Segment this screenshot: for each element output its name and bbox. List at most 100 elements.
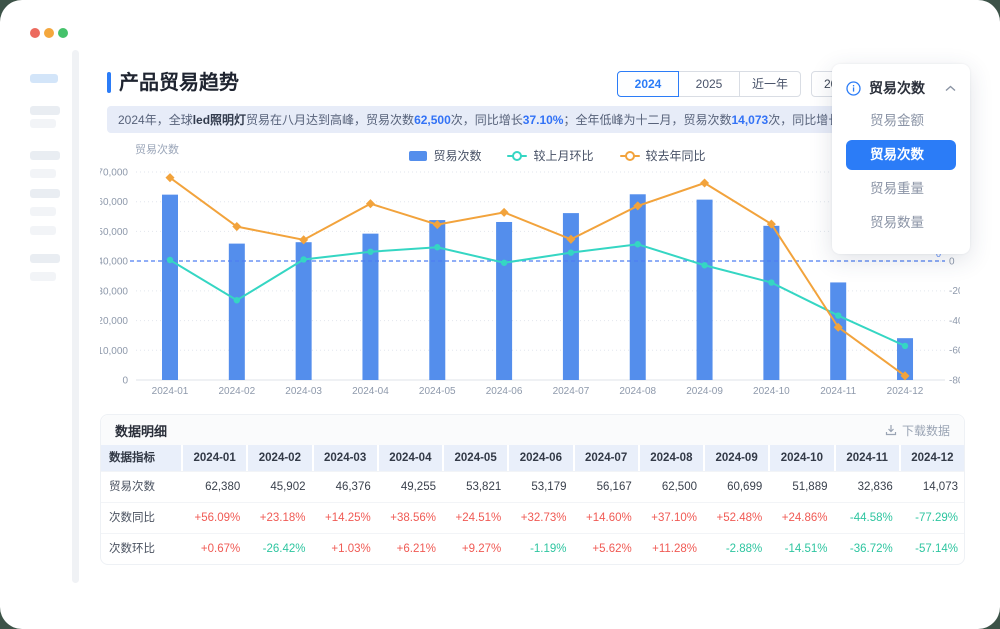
table-cell: -77.29% bbox=[901, 503, 964, 533]
right-axis-tick: 0 bbox=[949, 257, 955, 268]
bar-2024-01[interactable] bbox=[162, 195, 178, 380]
yoy-point-2024-06[interactable] bbox=[500, 208, 509, 217]
left-axis-tick: 70,000 bbox=[100, 168, 128, 179]
table-cell: +1.03% bbox=[314, 534, 377, 564]
mom-point-2024-02[interactable] bbox=[234, 297, 240, 303]
metric-option-贸易次数[interactable]: 贸易次数 bbox=[846, 140, 956, 170]
table-cell: -26.42% bbox=[248, 534, 311, 564]
window-controls bbox=[30, 28, 68, 38]
table-cell: +37.10% bbox=[640, 503, 703, 533]
yoy-point-2024-04[interactable] bbox=[366, 199, 375, 208]
mom-point-2024-11[interactable] bbox=[835, 312, 841, 318]
bar-2024-08[interactable] bbox=[630, 194, 646, 380]
mom-point-2024-03[interactable] bbox=[300, 256, 306, 262]
metric-options-list: 贸易金额贸易次数贸易重量贸易数量 bbox=[846, 106, 956, 238]
metric-option-贸易重量[interactable]: 贸易重量 bbox=[846, 174, 956, 204]
metric-dropdown-panel: 贸易次数 贸易金额贸易次数贸易重量贸易数量 bbox=[832, 64, 970, 254]
column-header: 2024-03 bbox=[314, 445, 377, 471]
mom-point-2024-07[interactable] bbox=[568, 249, 574, 255]
banner-text: ；全年低峰为十二月，贸易次数 bbox=[563, 111, 731, 128]
x-axis-tick: 2024-10 bbox=[753, 386, 790, 397]
bar-2024-10[interactable] bbox=[763, 226, 779, 380]
mom-point-2024-09[interactable] bbox=[701, 262, 707, 268]
table-cell: 32,836 bbox=[836, 472, 899, 502]
x-axis-tick: 2024-05 bbox=[419, 386, 456, 397]
table-cell: +23.18% bbox=[248, 503, 311, 533]
close-window-icon[interactable] bbox=[30, 28, 40, 38]
mom-point-2024-01[interactable] bbox=[167, 257, 173, 263]
year-filter-近一年[interactable]: 近一年 bbox=[739, 71, 801, 97]
skeleton-bar bbox=[30, 272, 56, 281]
left-axis-tick: 10,000 bbox=[100, 346, 128, 357]
bar-2024-02[interactable] bbox=[229, 244, 245, 380]
left-axis-tick: 20,000 bbox=[100, 316, 128, 327]
left-axis-tick: 40,000 bbox=[100, 257, 128, 268]
table-body: 数据指标2024-012024-022024-032024-042024-052… bbox=[101, 445, 964, 564]
table-cell: -14.51% bbox=[770, 534, 833, 564]
bar-2024-09[interactable] bbox=[697, 200, 713, 380]
metric-option-贸易数量[interactable]: 贸易数量 bbox=[846, 208, 956, 238]
column-header: 2024-07 bbox=[575, 445, 638, 471]
skeleton-bar bbox=[30, 151, 60, 160]
yoy-point-2024-09[interactable] bbox=[700, 179, 709, 188]
column-header: 2024-12 bbox=[901, 445, 964, 471]
year-filter-2025[interactable]: 2025 bbox=[678, 71, 740, 97]
maximize-window-icon[interactable] bbox=[58, 28, 68, 38]
x-axis-tick: 2024-03 bbox=[285, 386, 322, 397]
mom-point-2024-05[interactable] bbox=[434, 244, 440, 250]
skeleton-bar bbox=[30, 226, 56, 235]
year-filter-2024[interactable]: 2024 bbox=[617, 71, 679, 97]
skeleton-bar bbox=[30, 169, 56, 178]
minimize-window-icon[interactable] bbox=[44, 28, 54, 38]
banner-text: 贸易在八月达到高峰，贸易次数 bbox=[246, 111, 414, 128]
left-axis-tick: 0 bbox=[122, 376, 128, 387]
download-data-button[interactable]: 下载数据 bbox=[885, 422, 950, 439]
x-axis-tick: 2024-12 bbox=[887, 386, 924, 397]
skeleton-bar bbox=[30, 254, 60, 263]
metric-option-贸易金额[interactable]: 贸易金额 bbox=[846, 106, 956, 136]
bar-2024-04[interactable] bbox=[362, 234, 378, 380]
right-axis-tick: -60 bbox=[949, 346, 960, 357]
mom-point-2024-04[interactable] bbox=[367, 249, 373, 255]
x-axis-tick: 2024-11 bbox=[820, 386, 856, 397]
column-header: 2024-02 bbox=[248, 445, 311, 471]
sidebar-divider bbox=[72, 50, 79, 583]
banner-text: 14,073 bbox=[732, 113, 769, 127]
mom-point-2024-10[interactable] bbox=[768, 279, 774, 285]
banner-text: 次，同比增长 bbox=[451, 111, 523, 128]
table-cell: +0.67% bbox=[183, 534, 246, 564]
x-axis-tick: 2024-04 bbox=[352, 386, 389, 397]
table-cell: 56,167 bbox=[575, 472, 638, 502]
table-cell: 53,821 bbox=[444, 472, 507, 502]
bar-swatch-icon bbox=[409, 151, 427, 161]
skeleton-bar bbox=[30, 74, 58, 83]
table-cell: -57.14% bbox=[901, 534, 964, 564]
skeleton-bar bbox=[30, 189, 60, 198]
skeleton-bar bbox=[30, 207, 56, 216]
table-header-row: 数据指标2024-012024-022024-032024-042024-052… bbox=[101, 445, 964, 471]
table-cell: 14,073 bbox=[901, 472, 964, 502]
metric-dropdown-trigger[interactable]: 贸易次数 bbox=[846, 78, 956, 98]
mom-point-2024-12[interactable] bbox=[902, 343, 908, 349]
mom-point-2024-06[interactable] bbox=[501, 260, 507, 266]
bar-2024-06[interactable] bbox=[496, 222, 512, 380]
title-accent-bar bbox=[107, 72, 111, 93]
column-header: 2024-09 bbox=[705, 445, 768, 471]
download-icon bbox=[885, 424, 897, 436]
column-header: 2024-06 bbox=[509, 445, 572, 471]
mom-point-2024-08[interactable] bbox=[635, 241, 641, 247]
page-title: 产品贸易趋势 bbox=[119, 66, 239, 95]
table-cell: +11.28% bbox=[640, 534, 703, 564]
banner-text: 37.10% bbox=[523, 113, 564, 127]
chevron-up-icon bbox=[945, 85, 956, 92]
table-cell: +14.60% bbox=[575, 503, 638, 533]
selected-metric-label: 贸易次数 bbox=[869, 78, 937, 98]
table-cell: -44.58% bbox=[836, 503, 899, 533]
table-cell: +14.25% bbox=[314, 503, 377, 533]
line-teal-swatch-icon bbox=[507, 151, 527, 161]
trend-chart[interactable]: 010,00020,00030,00040,00050,00060,00070,… bbox=[100, 160, 960, 406]
data-table-card: 数据明细 下载数据 数据指标2024-012024-022024-032024-… bbox=[100, 414, 965, 565]
x-axis-tick: 2024-08 bbox=[619, 386, 656, 397]
table-row: 贸易次数62,38045,90246,37649,25553,82153,179… bbox=[101, 471, 964, 502]
table-row: 次数同比+56.09%+23.18%+14.25%+38.56%+24.51%+… bbox=[101, 502, 964, 533]
